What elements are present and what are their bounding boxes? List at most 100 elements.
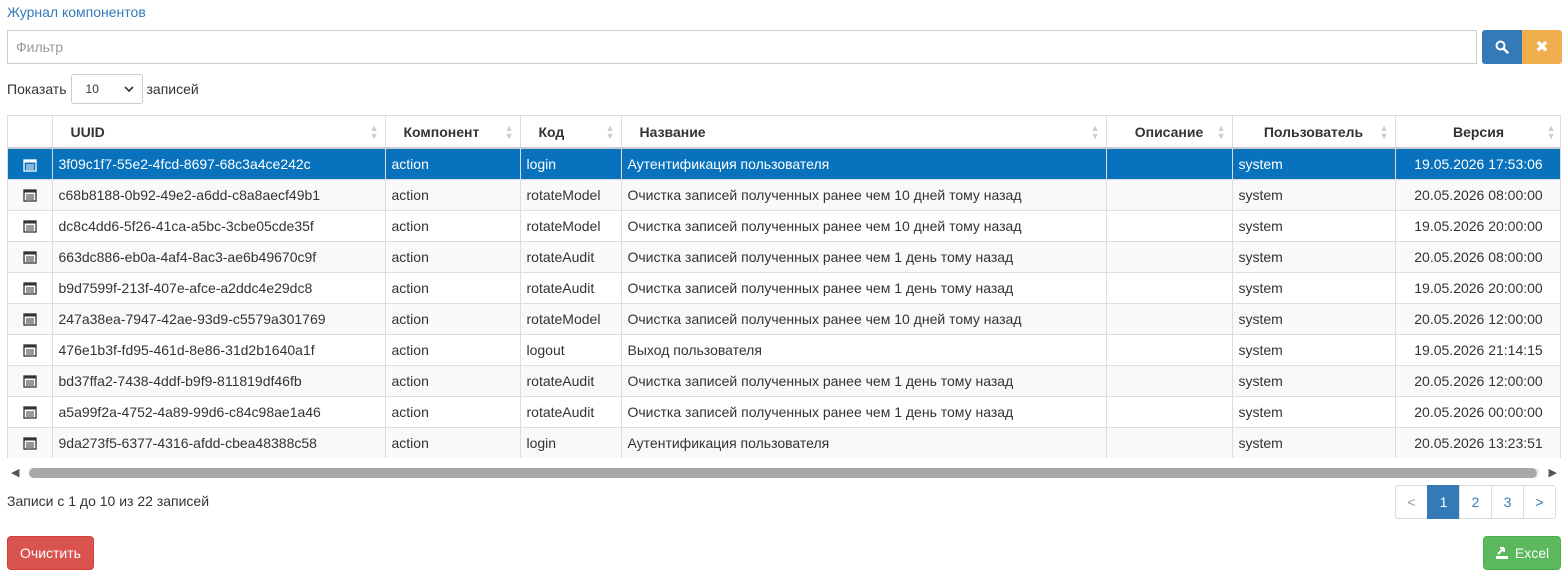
cell-uuid: dc8c4dd6-5f26-41ca-a5bc-3cbe05cde35f: [52, 210, 386, 242]
page-length-select[interactable]: 10: [70, 74, 143, 104]
cell-user: system: [1232, 179, 1396, 211]
pagination: < 1 2 3 >: [1395, 485, 1556, 519]
horizontal-scrollbar[interactable]: ◀ ▶: [7, 463, 1561, 483]
column-header-code[interactable]: Код ▲ ▼: [520, 116, 622, 149]
page-button-1[interactable]: 1: [1427, 485, 1460, 519]
cell-uuid: 3f09c1f7-55e2-4fcd-8697-68c3a4ce242c: [52, 148, 386, 180]
cell-code: rotateModel: [520, 210, 622, 242]
cell-name: Очистка записей полученных ранее чем 1 д…: [621, 272, 1107, 304]
column-header-name[interactable]: Название ▲ ▼: [621, 116, 1107, 149]
row-details-cell[interactable]: [8, 179, 53, 211]
column-header-description[interactable]: Описание ▲ ▼: [1106, 116, 1233, 149]
column-header-component[interactable]: Компонент ▲ ▼: [385, 116, 521, 149]
cell-component: action: [385, 365, 521, 397]
cell-name: Очистка записей полученных ранее чем 1 д…: [621, 365, 1107, 397]
breadcrumb[interactable]: Журнал компонентов: [7, 4, 146, 20]
cell-code: rotateAudit: [520, 365, 622, 397]
cell-uuid: bd37ffa2-7438-4ddf-b9f9-811819df46fb: [52, 365, 386, 397]
table-row[interactable]: 476e1b3f-fd95-461d-8e86-31d2b1640a1f acti…: [8, 334, 1560, 366]
cell-version: 19.05.2026 20:00:00: [1395, 272, 1560, 304]
cell-code: rotateModel: [520, 179, 622, 211]
cell-name: Очистка записей полученных ранее чем 10 …: [621, 179, 1107, 211]
document-icon: [23, 437, 37, 450]
cell-description: [1106, 303, 1233, 335]
column-header-uuid[interactable]: UUID ▲ ▼: [52, 116, 386, 149]
search-icon: [1495, 40, 1509, 54]
cell-component: action: [385, 241, 521, 273]
cell-code: rotateModel: [520, 303, 622, 335]
cell-version: 19.05.2026 17:53:06: [1395, 148, 1560, 180]
row-details-cell[interactable]: [8, 365, 53, 397]
document-icon: [23, 375, 37, 388]
records-label: записей: [146, 81, 199, 97]
clear-log-button[interactable]: Очистить: [7, 536, 94, 570]
scroll-right-icon[interactable]: ▶: [1549, 466, 1557, 479]
cell-description: [1106, 365, 1233, 397]
row-details-cell[interactable]: [8, 396, 53, 428]
row-details-cell[interactable]: [8, 272, 53, 304]
scroll-thumb[interactable]: [29, 468, 1537, 478]
page-button-3[interactable]: 3: [1491, 485, 1524, 519]
cell-code: login: [520, 427, 622, 458]
cell-code: rotateAudit: [520, 241, 622, 273]
table-row[interactable]: b9d7599f-213f-407e-afce-a2ddc4e29dc8 acti…: [8, 272, 1560, 304]
records-info: Записи с 1 до 10 из 22 записей: [7, 493, 210, 509]
row-details-cell[interactable]: [8, 303, 53, 335]
cell-description: [1106, 179, 1233, 211]
table-row[interactable]: dc8c4dd6-5f26-41ca-a5bc-3cbe05cde35f acti…: [8, 210, 1560, 242]
cell-uuid: c68b8188-0b92-49e2-a6dd-c8a8aecf49b1: [52, 179, 386, 211]
column-header-icon: [8, 116, 53, 149]
row-details-cell[interactable]: [8, 427, 53, 458]
table-header-row: UUID ▲ ▼ Компонент ▲ ▼ Код ▲ ▼ Название ▲ ▼ Опис…: [8, 116, 1560, 149]
document-icon: [23, 406, 37, 419]
scroll-left-icon[interactable]: ◀: [11, 466, 19, 479]
document-icon: [23, 220, 37, 233]
page-button-2[interactable]: 2: [1459, 485, 1492, 519]
excel-export-button[interactable]: Excel: [1483, 536, 1561, 570]
row-details-cell[interactable]: [8, 334, 53, 366]
cell-uuid: a5a99f2a-4752-4a89-99d6-c84c98ae1a46: [52, 396, 386, 428]
cell-uuid: 9da273f5-6377-4316-afdd-cbea48388c58: [52, 427, 386, 458]
cell-user: system: [1232, 241, 1396, 273]
table-row[interactable]: a5a99f2a-4752-4a89-99d6-c84c98ae1a46 acti…: [8, 396, 1560, 428]
row-details-cell[interactable]: [8, 148, 53, 180]
cell-user: system: [1232, 334, 1396, 366]
table-row[interactable]: 247a38ea-7947-42ae-93d9-c5579a301769 acti…: [8, 303, 1560, 335]
filter-input[interactable]: [7, 30, 1477, 64]
cell-name: Аутентификация пользователя: [621, 427, 1107, 458]
chevron-down-icon: [123, 86, 134, 92]
cell-user: system: [1232, 303, 1396, 335]
cell-version: 20.05.2026 12:00:00: [1395, 365, 1560, 397]
document-icon: [23, 344, 37, 357]
row-details-cell[interactable]: [8, 241, 53, 273]
table-row[interactable]: bd37ffa2-7438-4ddf-b9f9-811819df46fb acti…: [8, 365, 1560, 397]
cell-component: action: [385, 334, 521, 366]
page-next-button[interactable]: >: [1523, 485, 1556, 519]
table-body: 3f09c1f7-55e2-4fcd-8697-68c3a4ce242c acti…: [8, 148, 1560, 458]
table-row[interactable]: 663dc886-eb0a-4af4-8ac3-ae6b49670c9f acti…: [8, 241, 1560, 273]
column-header-version[interactable]: Версия ▲ ▼: [1395, 116, 1560, 149]
cell-component: action: [385, 210, 521, 242]
column-header-user[interactable]: Пользователь ▲ ▼: [1232, 116, 1396, 149]
search-button[interactable]: [1482, 30, 1522, 64]
cell-user: system: [1232, 272, 1396, 304]
table-row[interactable]: 9da273f5-6377-4316-afdd-cbea48388c58 acti…: [8, 427, 1560, 458]
cell-name: Очистка записей полученных ранее чем 10 …: [621, 210, 1107, 242]
cell-component: action: [385, 396, 521, 428]
cell-version: 20.05.2026 08:00:00: [1395, 241, 1560, 273]
table-row[interactable]: 3f09c1f7-55e2-4fcd-8697-68c3a4ce242c acti…: [8, 148, 1560, 180]
cell-uuid: 247a38ea-7947-42ae-93d9-c5579a301769: [52, 303, 386, 335]
cell-description: [1106, 427, 1233, 458]
cell-name: Очистка записей полученных ранее чем 1 д…: [621, 241, 1107, 273]
row-details-cell[interactable]: [8, 210, 53, 242]
cell-version: 19.05.2026 20:00:00: [1395, 210, 1560, 242]
clear-filter-button[interactable]: ✖: [1522, 30, 1562, 64]
cell-description: [1106, 334, 1233, 366]
page-prev-button[interactable]: <: [1395, 485, 1428, 519]
cell-name: Очистка записей полученных ранее чем 1 д…: [621, 396, 1107, 428]
table-row[interactable]: c68b8188-0b92-49e2-a6dd-c8a8aecf49b1 acti…: [8, 179, 1560, 211]
cell-name: Аутентификация пользователя: [621, 148, 1107, 180]
cell-user: system: [1232, 210, 1396, 242]
cell-code: login: [520, 148, 622, 180]
cell-description: [1106, 148, 1233, 180]
